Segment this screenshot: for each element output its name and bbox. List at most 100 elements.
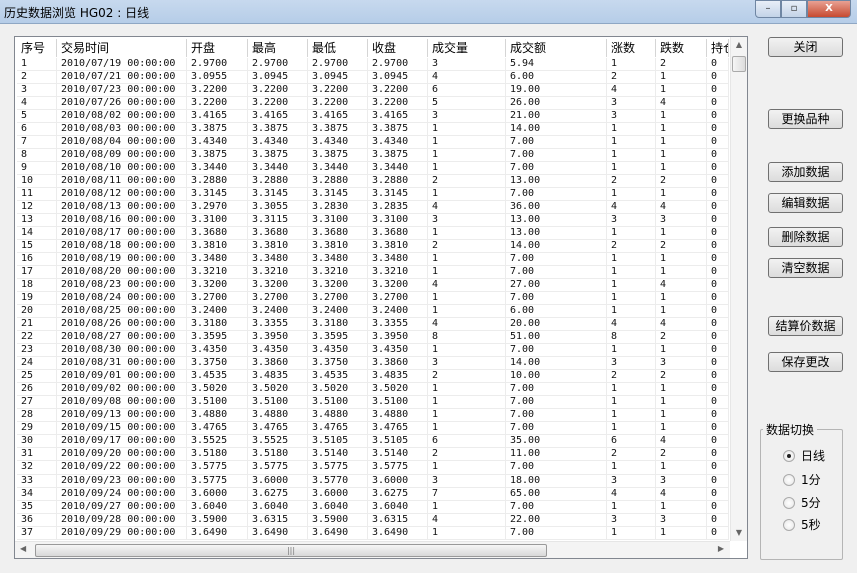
scroll-left-icon[interactable]: ◀ [20, 544, 26, 553]
close-button[interactable]: 关闭 [768, 37, 843, 57]
column-header-down-count[interactable]: 跌数 [656, 39, 707, 57]
radio-option[interactable]: 5秒 [783, 516, 821, 533]
vertical-scrollbar[interactable]: ▲ ▼ [730, 37, 747, 541]
cell-up-count: 6 [607, 435, 656, 449]
table-row[interactable]: 18 2010/08/23 00:00:00 3.3200 3.3200 3.3200 3… [17, 279, 729, 293]
horizontal-scroll-thumb[interactable]: ||| [35, 544, 547, 557]
table-row[interactable]: 31 2010/09/20 00:00:00 3.5180 3.5180 3.5140 3… [17, 448, 729, 462]
radio-button-icon[interactable] [783, 496, 795, 509]
radio-option[interactable]: 日线 [783, 447, 825, 464]
table-row[interactable]: 36 2010/09/28 00:00:00 3.5900 3.6315 3.5900 3… [17, 513, 729, 527]
table-row[interactable]: 10 2010/08/11 00:00:00 3.2880 3.2880 3.2880 3… [17, 175, 729, 189]
cell-open: 3.3875 [187, 123, 248, 137]
table-row[interactable]: 12 2010/08/13 00:00:00 3.2970 3.3055 3.2830 3… [17, 201, 729, 215]
cell-up-count: 4 [607, 487, 656, 501]
cell-up-count: 1 [607, 396, 656, 410]
table-row[interactable]: 7 2010/08/04 00:00:00 3.4340 3.4340 3.4340 3.… [17, 136, 729, 150]
table-row[interactable]: 8 2010/08/09 00:00:00 3.3875 3.3875 3.3875 3.… [17, 149, 729, 163]
column-header-high[interactable]: 最高 [248, 39, 308, 57]
table-row[interactable]: 1 2010/07/19 00:00:00 2.9700 2.9700 2.9700 2.… [17, 58, 729, 72]
delete-data-button[interactable]: 删除数据 [768, 227, 843, 247]
table-row[interactable]: 34 2010/09/24 00:00:00 3.6000 3.6275 3.6000 3… [17, 487, 729, 501]
cell-open: 3.6490 [187, 526, 248, 540]
table-row[interactable]: 25 2010/09/01 00:00:00 3.4535 3.4835 3.4535 3… [17, 370, 729, 384]
cell-volume: 6 [428, 435, 506, 449]
cell-index: 6 [17, 123, 57, 137]
edit-data-button[interactable]: 编辑数据 [768, 193, 843, 213]
table-row[interactable]: 4 2010/07/26 00:00:00 3.2200 3.2200 3.2200 3.… [17, 97, 729, 111]
scroll-down-icon[interactable]: ▼ [731, 525, 747, 541]
cell-low: 3.4880 [308, 409, 368, 423]
table-row[interactable]: 29 2010/09/15 00:00:00 3.4765 3.4765 3.4765 3… [17, 422, 729, 436]
cell-down-count: 1 [656, 84, 707, 98]
table-row[interactable]: 26 2010/09/02 00:00:00 3.5020 3.5020 3.5020 3… [17, 383, 729, 397]
cell-open: 3.6040 [187, 500, 248, 514]
vertical-scroll-thumb[interactable] [732, 56, 746, 72]
maximize-button[interactable]: ▫ [781, 0, 807, 18]
table-row[interactable]: 21 2010/08/26 00:00:00 3.3180 3.3355 3.3180 3… [17, 318, 729, 332]
table-row[interactable]: 35 2010/09/27 00:00:00 3.6040 3.6040 3.6040 3… [17, 500, 729, 514]
cell-index: 32 [17, 461, 57, 475]
table-row[interactable]: 16 2010/08/19 00:00:00 3.3480 3.3480 3.3480 3… [17, 253, 729, 267]
table-row[interactable]: 2 2010/07/21 00:00:00 3.0955 3.0945 3.0945 3.… [17, 71, 729, 85]
column-header-up-count[interactable]: 涨数 [607, 39, 656, 57]
table-row[interactable]: 14 2010/08/17 00:00:00 3.3680 3.3680 3.3680 3… [17, 227, 729, 241]
scroll-up-icon[interactable]: ▲ [731, 37, 747, 53]
table-row[interactable]: 23 2010/08/30 00:00:00 3.4350 3.4350 3.4350 3… [17, 344, 729, 358]
table-row[interactable]: 28 2010/09/13 00:00:00 3.4880 3.4880 3.4880 3… [17, 409, 729, 423]
column-header-open[interactable]: 开盘 [187, 39, 248, 57]
column-header-low[interactable]: 最低 [308, 39, 368, 57]
radio-button-icon[interactable] [783, 518, 795, 531]
table-row[interactable]: 3 2010/07/23 00:00:00 3.2200 3.2200 3.2200 3.… [17, 84, 729, 98]
table-row[interactable]: 17 2010/08/20 00:00:00 3.3210 3.3210 3.3210 3… [17, 266, 729, 280]
column-header-time[interactable]: 交易时间 [57, 39, 187, 57]
table-row[interactable]: 32 2010/09/22 00:00:00 3.5775 3.5775 3.5775 3… [17, 461, 729, 475]
close-window-button[interactable]: X [807, 0, 851, 18]
table-row[interactable]: 6 2010/08/03 00:00:00 3.3875 3.3875 3.3875 3.… [17, 123, 729, 137]
column-header-volume[interactable]: 成交量 [428, 39, 506, 57]
table-row[interactable]: 5 2010/08/02 00:00:00 3.4165 3.4165 3.4165 3.… [17, 110, 729, 124]
settlement-data-button[interactable]: 结算价数据 [768, 316, 843, 336]
cell-amount: 19.00 [506, 84, 607, 98]
radio-option[interactable]: 1分 [783, 471, 821, 488]
table-row[interactable]: 30 2010/09/17 00:00:00 3.5525 3.5525 3.5105 3… [17, 435, 729, 449]
cell-time: 2010/08/10 00:00:00 [57, 162, 187, 176]
cell-close: 3.2200 [368, 97, 428, 111]
table-row[interactable]: 9 2010/08/10 00:00:00 3.3440 3.3440 3.3440 3.… [17, 162, 729, 176]
column-header-open-interest[interactable]: 持仓 [707, 39, 729, 57]
table-row[interactable]: 11 2010/08/12 00:00:00 3.3145 3.3145 3.3145 3… [17, 188, 729, 202]
table-row[interactable]: 27 2010/09/08 00:00:00 3.5100 3.5100 3.5100 3… [17, 396, 729, 410]
save-changes-button[interactable]: 保存更改 [768, 352, 843, 372]
radio-option[interactable]: 5分 [783, 494, 821, 511]
table-row[interactable]: 13 2010/08/16 00:00:00 3.3100 3.3115 3.3100 3… [17, 214, 729, 228]
cell-close: 3.3860 [368, 357, 428, 371]
clear-data-button[interactable]: 清空数据 [768, 258, 843, 278]
column-header-close[interactable]: 收盘 [368, 39, 428, 57]
add-data-button[interactable]: 添加数据 [768, 162, 843, 182]
radio-button-icon[interactable] [783, 473, 795, 486]
cell-up-count: 2 [607, 71, 656, 85]
column-header-index[interactable]: 序号 [17, 39, 57, 57]
cell-close: 3.4765 [368, 422, 428, 436]
horizontal-scrollbar[interactable]: ◀ ||| ▶ [15, 541, 730, 558]
minimize-button[interactable]: – [755, 0, 781, 18]
table-row[interactable]: 19 2010/08/24 00:00:00 3.2700 3.2700 3.2700 3… [17, 292, 729, 306]
table-row[interactable]: 20 2010/08/25 00:00:00 3.2400 3.2400 3.2400 3… [17, 305, 729, 319]
table-row[interactable]: 15 2010/08/18 00:00:00 3.3810 3.3810 3.3810 3… [17, 240, 729, 254]
scroll-right-icon[interactable]: ▶ [718, 544, 724, 553]
cell-amount: 7.00 [506, 500, 607, 514]
table-row[interactable]: 37 2010/09/29 00:00:00 3.6490 3.6490 3.6490 3… [17, 526, 729, 540]
cell-low: 3.3145 [308, 188, 368, 202]
radio-label: 5分 [801, 496, 821, 510]
cell-open-interest: 0 [707, 266, 729, 280]
cell-low: 3.5140 [308, 448, 368, 462]
table-row[interactable]: 24 2010/08/31 00:00:00 3.3750 3.3860 3.3750 3… [17, 357, 729, 371]
cell-down-count: 2 [656, 448, 707, 462]
data-grid[interactable]: 序号交易时间开盘最高最低收盘成交量成交额涨数跌数持仓 1 2010/07/19 0… [14, 36, 748, 559]
column-header-amount[interactable]: 成交额 [506, 39, 607, 57]
table-row[interactable]: 33 2010/09/23 00:00:00 3.5775 3.6000 3.5770 3… [17, 474, 729, 488]
table-row[interactable]: 22 2010/08/27 00:00:00 3.3595 3.3950 3.3595 3… [17, 331, 729, 345]
change-symbol-button[interactable]: 更换品种 [768, 109, 843, 129]
cell-open-interest: 0 [707, 318, 729, 332]
radio-button-icon[interactable] [783, 449, 795, 462]
